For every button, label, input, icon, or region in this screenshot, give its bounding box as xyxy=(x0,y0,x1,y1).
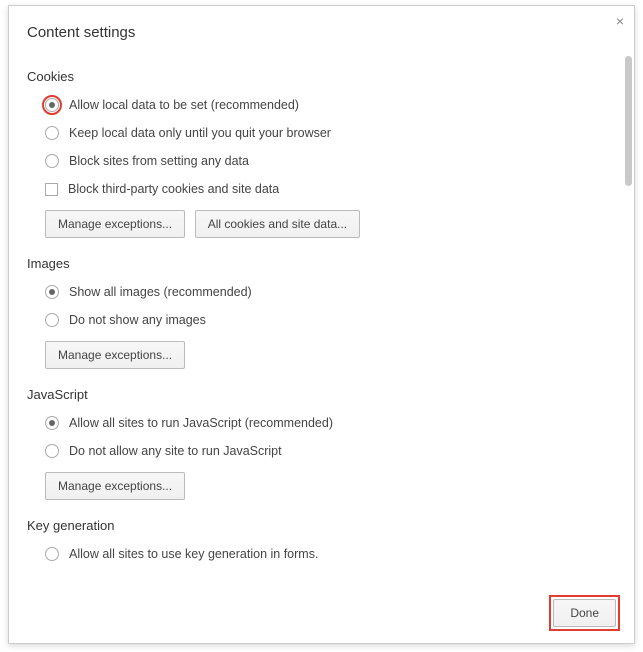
option-label: Allow all sites to run JavaScript (recom… xyxy=(69,416,333,430)
highlight-circle-icon xyxy=(42,95,62,115)
radio-icon xyxy=(45,547,59,561)
scrollbar-thumb[interactable] xyxy=(625,56,632,186)
button-row-cookies: Manage exceptions... All cookies and sit… xyxy=(45,210,616,238)
radio-option-cookies-allow[interactable]: Allow local data to be set (recommended) xyxy=(45,94,616,116)
close-button[interactable]: × xyxy=(616,14,624,28)
radio-icon xyxy=(45,98,59,112)
checkbox-icon xyxy=(45,183,58,196)
section-images: Images Show all images (recommended) Do … xyxy=(27,256,616,369)
section-title-cookies: Cookies xyxy=(27,69,616,84)
section-title-keygen: Key generation xyxy=(27,518,616,533)
section-keygen: Key generation Allow all sites to use ke… xyxy=(27,518,616,565)
radio-option-js-block[interactable]: Do not allow any site to run JavaScript xyxy=(45,440,616,462)
radio-icon xyxy=(45,126,59,140)
section-javascript: JavaScript Allow all sites to run JavaSc… xyxy=(27,387,616,500)
section-title-images: Images xyxy=(27,256,616,271)
checkbox-option-third-party[interactable]: Block third-party cookies and site data xyxy=(45,178,616,200)
done-button[interactable]: Done xyxy=(553,599,616,627)
radio-icon xyxy=(45,154,59,168)
option-label: Block third-party cookies and site data xyxy=(68,182,279,196)
option-label: Allow local data to be set (recommended) xyxy=(69,98,299,112)
radio-option-keygen-allow[interactable]: Allow all sites to use key generation in… xyxy=(45,543,616,565)
radio-icon xyxy=(45,444,59,458)
content-settings-dialog: × Content settings Cookies Allow local d… xyxy=(8,5,635,644)
radio-icon xyxy=(45,285,59,299)
radio-option-cookies-block[interactable]: Block sites from setting any data xyxy=(45,150,616,172)
radio-option-cookies-session[interactable]: Keep local data only until you quit your… xyxy=(45,122,616,144)
option-label: Block sites from setting any data xyxy=(69,154,249,168)
option-label: Do not allow any site to run JavaScript xyxy=(69,444,282,458)
section-cookies: Cookies Allow local data to be set (reco… xyxy=(27,69,616,238)
radio-option-images-hide[interactable]: Do not show any images xyxy=(45,309,616,331)
highlight-rect-icon: Done xyxy=(549,595,620,631)
dialog-content: Cookies Allow local data to be set (reco… xyxy=(9,41,634,601)
manage-exceptions-button[interactable]: Manage exceptions... xyxy=(45,472,185,500)
radio-icon xyxy=(45,313,59,327)
option-label: Show all images (recommended) xyxy=(69,285,252,299)
button-row-images: Manage exceptions... xyxy=(45,341,616,369)
radio-icon xyxy=(45,416,59,430)
all-cookies-button[interactable]: All cookies and site data... xyxy=(195,210,360,238)
radio-option-js-allow[interactable]: Allow all sites to run JavaScript (recom… xyxy=(45,412,616,434)
option-label: Keep local data only until you quit your… xyxy=(69,126,331,140)
option-label: Do not show any images xyxy=(69,313,206,327)
option-label: Allow all sites to use key generation in… xyxy=(69,547,318,561)
radio-option-images-show[interactable]: Show all images (recommended) xyxy=(45,281,616,303)
manage-exceptions-button[interactable]: Manage exceptions... xyxy=(45,341,185,369)
section-title-javascript: JavaScript xyxy=(27,387,616,402)
dialog-title: Content settings xyxy=(9,6,634,41)
button-row-javascript: Manage exceptions... xyxy=(45,472,616,500)
dialog-footer: Done xyxy=(9,585,634,643)
manage-exceptions-button[interactable]: Manage exceptions... xyxy=(45,210,185,238)
